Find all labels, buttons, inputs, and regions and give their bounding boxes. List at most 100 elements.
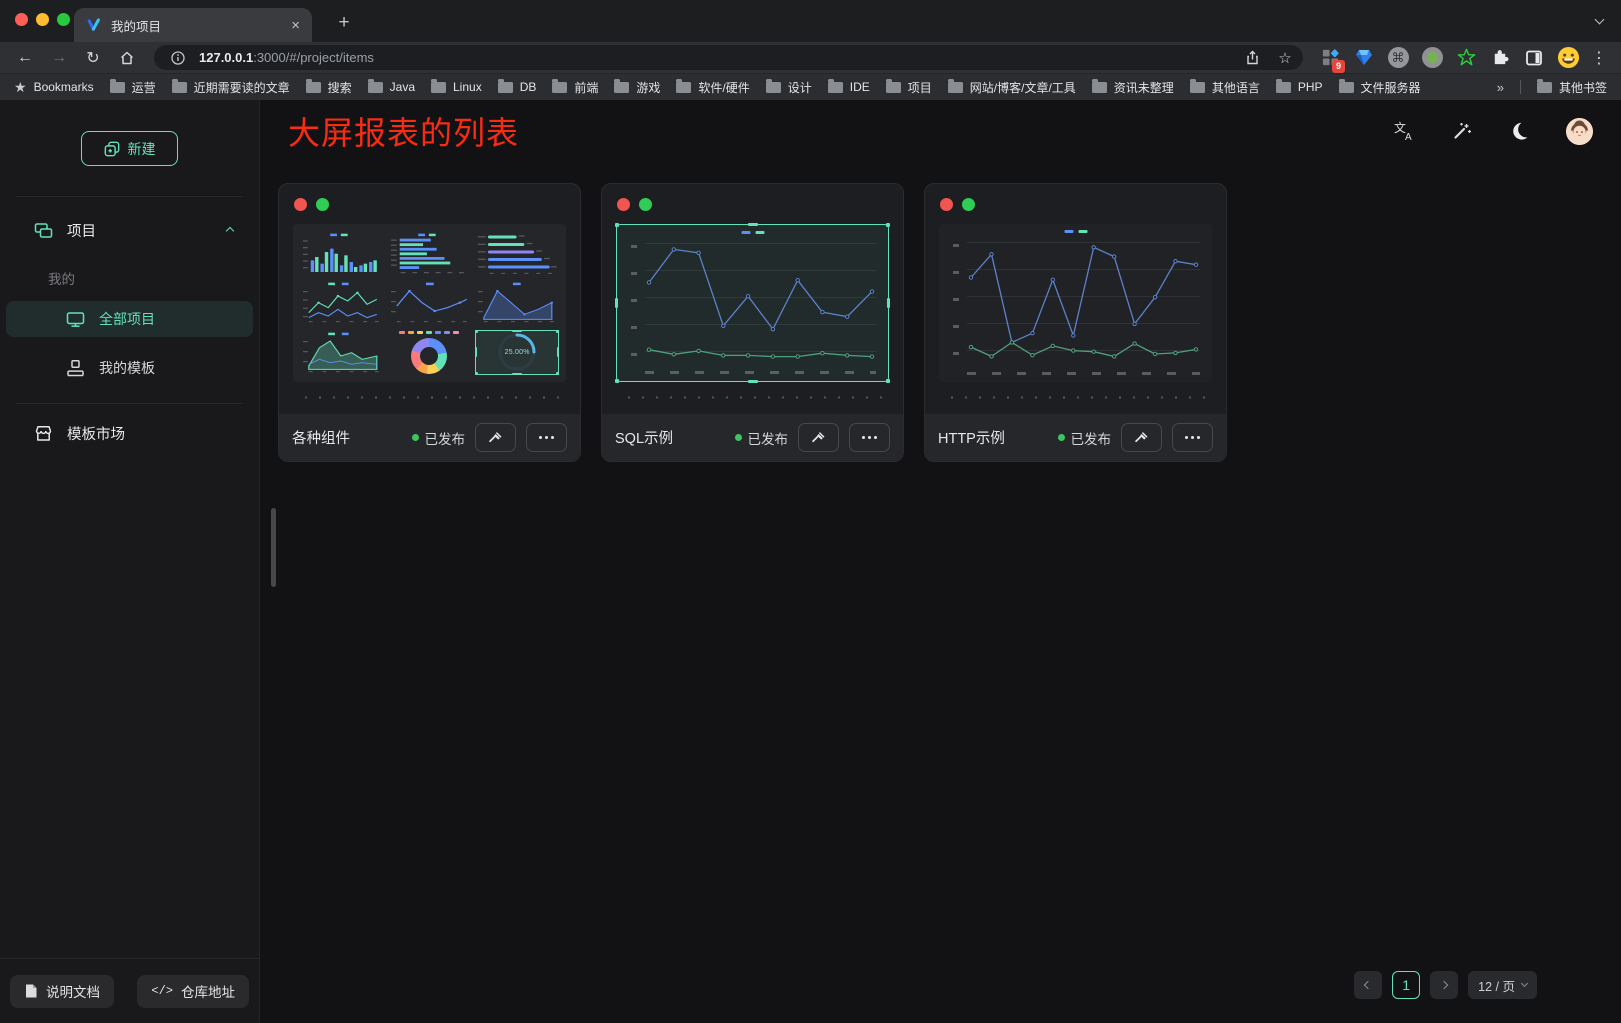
project-thumbnail[interactable] <box>616 224 889 382</box>
status-dot <box>735 434 742 441</box>
scrollbar-thumb[interactable] <box>271 508 276 587</box>
folder-icon <box>368 82 383 93</box>
card-window-dots <box>294 198 329 211</box>
bookmark-folder[interactable]: 前端 <box>552 79 598 96</box>
bookmark-folder[interactable]: 软件/硬件 <box>676 79 749 96</box>
magic-wand-icon[interactable] <box>1452 121 1472 141</box>
project-thumbnail[interactable] <box>939 224 1212 382</box>
bookmark-folder-label: 游戏 <box>636 79 660 96</box>
page-size-select[interactable]: 12 / 页 <box>1468 971 1537 999</box>
project-card[interactable]: HTTP示例 已发布 <box>924 183 1227 462</box>
project-thumbnail[interactable]: 25.00% <box>293 224 566 382</box>
url-path: :3000/#/project/items <box>253 50 374 65</box>
bookmarks-manager-item[interactable]: ★ Bookmarks <box>14 79 94 96</box>
extensions-puzzle-icon[interactable] <box>1487 46 1513 70</box>
recorder-extension-icon[interactable] <box>1419 46 1445 70</box>
bookmark-folder[interactable]: 近期需要读的文章 <box>172 79 290 96</box>
site-info-icon[interactable] <box>166 47 190 68</box>
bookmark-folder[interactable]: 网站/博客/文章/工具 <box>948 79 1076 96</box>
tab-close-icon[interactable]: × <box>291 17 300 34</box>
home-icon[interactable] <box>114 46 140 70</box>
sidebar-item-label: 我的模板 <box>99 358 155 378</box>
tab-search-chevron-icon[interactable] <box>1595 15 1605 25</box>
bookmark-folder[interactable]: 运营 <box>110 79 156 96</box>
bookmark-folder[interactable]: 文件服务器 <box>1339 79 1421 96</box>
window-zoom-button[interactable] <box>57 13 70 26</box>
bookmark-folder[interactable]: 项目 <box>886 79 932 96</box>
more-button[interactable] <box>526 423 567 452</box>
browser-tab[interactable]: 我的项目 × <box>74 8 312 42</box>
chevron-up-icon[interactable] <box>226 226 234 234</box>
sidebar-item-my-templates[interactable]: 我的模板 <box>6 350 253 386</box>
user-avatar[interactable] <box>1566 118 1593 145</box>
sidebar-item-template-market[interactable]: 模板市场 <box>34 423 233 444</box>
new-project-button[interactable]: 新建 <box>81 131 178 166</box>
docs-button[interactable]: 说明文档 <box>10 975 114 1008</box>
share-icon[interactable] <box>1240 47 1264 68</box>
folder-icon <box>828 82 843 93</box>
new-tab-button[interactable]: + <box>330 9 358 37</box>
hammer-icon <box>811 430 826 445</box>
edit-button[interactable] <box>798 423 839 452</box>
publish-status: 已发布 <box>1058 428 1112 448</box>
window-close-button[interactable] <box>15 13 28 26</box>
bookmark-folder[interactable]: 其他语言 <box>1190 79 1260 96</box>
bookmark-folder[interactable]: 搜索 <box>306 79 352 96</box>
url-host: 127.0.0.1 <box>199 50 253 65</box>
line-chart <box>967 242 1200 364</box>
back-icon[interactable]: ← <box>12 46 38 70</box>
docs-button-label: 说明文档 <box>46 981 100 1001</box>
bookmark-folder[interactable]: PHP <box>1276 80 1323 94</box>
page-header: 大屏报表的列表 文A <box>278 100 1621 162</box>
project-card[interactable]: SQL示例 已发布 <box>601 183 904 462</box>
gem-extension-icon[interactable] <box>1351 46 1377 70</box>
sidebar-item-label: 全部项目 <box>99 309 155 329</box>
project-title: SQL示例 <box>615 427 673 448</box>
bookmark-folder[interactable]: 设计 <box>766 79 812 96</box>
window-minimize-button[interactable] <box>36 13 49 26</box>
bookmark-folder[interactable]: 资讯未整理 <box>1092 79 1174 96</box>
url-text[interactable]: 127.0.0.1:3000/#/project/items <box>199 50 1231 65</box>
bookmark-folder[interactable]: IDE <box>828 80 870 94</box>
reload-icon[interactable]: ↻ <box>80 46 106 70</box>
bookmarks-overflow-icon[interactable]: » <box>1497 80 1504 95</box>
y-axis-ticks <box>953 244 959 362</box>
bookmark-folder-label: 前端 <box>574 79 598 96</box>
browser-menu-icon[interactable]: ⋮ <box>1589 48 1609 68</box>
card-footer: HTTP示例 已发布 <box>925 414 1226 461</box>
edit-button[interactable] <box>475 423 516 452</box>
prev-page-button[interactable] <box>1354 971 1382 999</box>
url-bar[interactable]: 127.0.0.1:3000/#/project/items ☆ <box>154 45 1303 70</box>
sidebar-group-project[interactable]: 项目 <box>34 220 233 241</box>
bookmark-folder[interactable]: Linux <box>431 80 482 94</box>
dark-mode-moon-icon[interactable] <box>1509 121 1529 141</box>
mini-dashboard-grid: 25.00% <box>293 224 566 382</box>
project-cards: 25.00% 各种组件 已发布 <box>278 183 1621 462</box>
current-page-button[interactable]: 1 <box>1392 971 1420 999</box>
forward-icon[interactable]: → <box>46 46 72 70</box>
mini-capsule-chart <box>476 232 558 275</box>
star-extension-icon[interactable] <box>1453 46 1479 70</box>
more-button[interactable] <box>1172 423 1213 452</box>
bookmark-folder[interactable]: DB <box>498 80 537 94</box>
folder-icon <box>1537 82 1552 93</box>
extension-grid-icon[interactable]: 9 <box>1317 46 1343 70</box>
bookmark-folder[interactable]: Java <box>368 80 415 94</box>
next-page-button[interactable] <box>1430 971 1458 999</box>
language-icon[interactable]: 文A <box>1394 121 1415 141</box>
bookmark-star-icon[interactable]: ☆ <box>1273 47 1297 68</box>
chevron-left-icon <box>1364 981 1372 989</box>
other-bookmarks-item[interactable]: 其他书签 <box>1537 79 1607 96</box>
project-card[interactable]: 25.00% 各种组件 已发布 <box>278 183 581 462</box>
sidebar-item-all-projects[interactable]: 全部项目 <box>6 301 253 337</box>
tab-strip: 我的项目 × + <box>0 0 1621 42</box>
bookmark-folder[interactable]: 游戏 <box>614 79 660 96</box>
profile-avatar-icon[interactable] <box>1555 46 1581 70</box>
repo-button[interactable]: </> 仓库地址 <box>137 975 249 1008</box>
folder-icon <box>1092 82 1107 93</box>
more-button[interactable] <box>849 423 890 452</box>
command-extension-icon[interactable]: ⌘ <box>1385 46 1411 70</box>
folder-icon <box>676 82 691 93</box>
side-panel-icon[interactable] <box>1521 46 1547 70</box>
edit-button[interactable] <box>1121 423 1162 452</box>
